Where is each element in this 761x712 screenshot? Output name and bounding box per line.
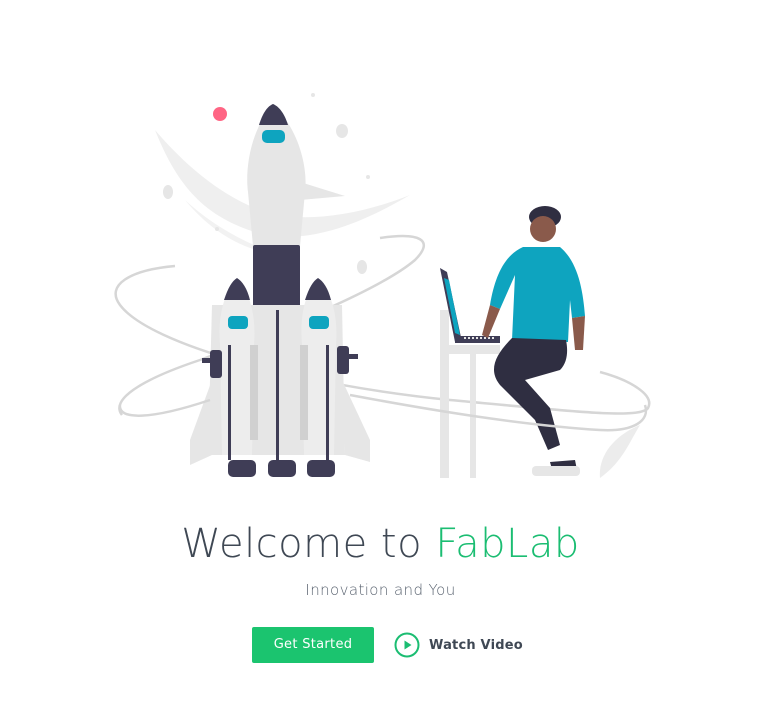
booster-left-window xyxy=(228,316,248,329)
hero-title-brand: FabLab xyxy=(435,521,580,567)
grey-dot xyxy=(215,227,219,231)
person-arm xyxy=(572,316,585,350)
rocket-top-window xyxy=(262,130,285,143)
booster-right-window xyxy=(309,316,329,329)
grey-dot xyxy=(336,124,348,138)
background-swoosh xyxy=(599,425,640,478)
hero-title-prefix: Welcome to xyxy=(181,521,436,567)
booster-left-nose xyxy=(224,278,250,300)
play-circle-icon xyxy=(394,632,420,658)
rocket-top-body xyxy=(247,105,306,246)
booster-left xyxy=(219,278,255,455)
rocket-fin-right xyxy=(342,380,370,462)
grey-dot xyxy=(366,175,370,179)
rocket-top-nose xyxy=(259,104,288,125)
rocket-core xyxy=(253,245,300,307)
watch-video-label: Watch Video xyxy=(429,637,523,653)
grey-dot xyxy=(163,185,173,199)
rocket-engine xyxy=(307,460,335,477)
hero-subtitle: Innovation and You xyxy=(305,581,456,599)
rocket-top-fin xyxy=(300,182,345,200)
rocket-fin-left xyxy=(190,380,212,465)
rocket-engine xyxy=(268,460,296,477)
rocket-engine xyxy=(228,460,256,477)
desk-leg xyxy=(440,310,449,478)
person-head xyxy=(530,216,556,242)
person-pants xyxy=(493,338,568,450)
get-started-button[interactable]: Get Started xyxy=(252,627,374,663)
hero-title: Welcome to FabLab xyxy=(0,518,761,570)
orbit-line xyxy=(118,398,211,417)
watch-video-link[interactable]: Watch Video xyxy=(394,630,523,660)
rocket-launch-illustration-icon xyxy=(114,93,651,478)
grey-dot xyxy=(357,260,367,274)
booster-right-nose xyxy=(305,278,331,300)
pink-dot xyxy=(213,107,227,121)
person-shirt xyxy=(490,247,585,342)
person-arm xyxy=(482,305,500,338)
grey-dot xyxy=(311,93,315,97)
